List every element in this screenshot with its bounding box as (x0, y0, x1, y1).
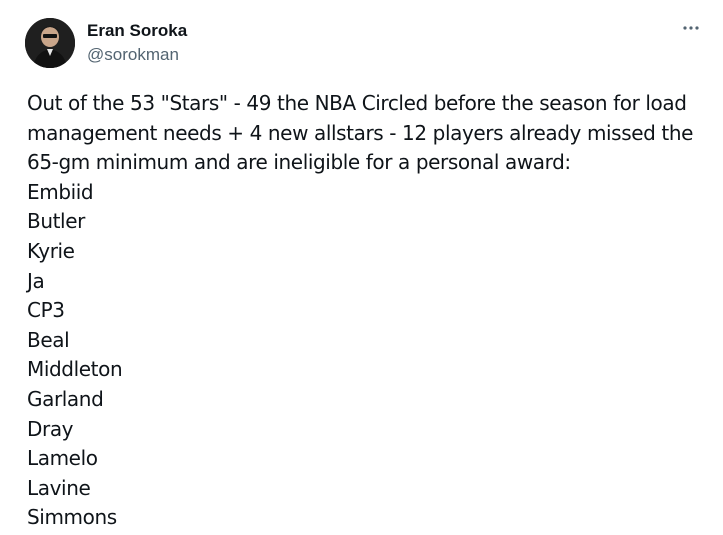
list-item: Dray (27, 416, 74, 441)
player-list: Embiid Butler Kyrie Ja CP3 Beal Middleto… (27, 178, 699, 533)
list-item: Embiid (27, 179, 94, 204)
more-horizontal-icon (683, 26, 699, 30)
list-item: Middleton (27, 357, 123, 382)
list-item: Lamelo (27, 446, 98, 471)
list-item: Garland (27, 386, 104, 411)
tweet-intro-text: Out of the 53 "Stars" - 49 the NBA Circl… (27, 91, 694, 175)
tweet-text: Out of the 53 "Stars" - 49 the NBA Circl… (27, 89, 699, 533)
list-item: Beal (27, 327, 70, 352)
list-item: Butler (27, 209, 85, 234)
list-item: Ja (27, 268, 45, 293)
tweet-header: Eran Soroka @sorokman (25, 18, 705, 70)
list-item: Kyrie (27, 238, 75, 263)
more-options-button[interactable] (677, 14, 705, 42)
author-handle[interactable]: @sorokman (87, 45, 179, 65)
list-item: CP3 (27, 298, 65, 323)
avatar-photo-icon (25, 18, 75, 68)
avatar[interactable] (25, 18, 75, 68)
author-name[interactable]: Eran Soroka (87, 21, 187, 41)
list-item: Lavine (27, 475, 91, 500)
list-item: Simmons (27, 505, 117, 530)
